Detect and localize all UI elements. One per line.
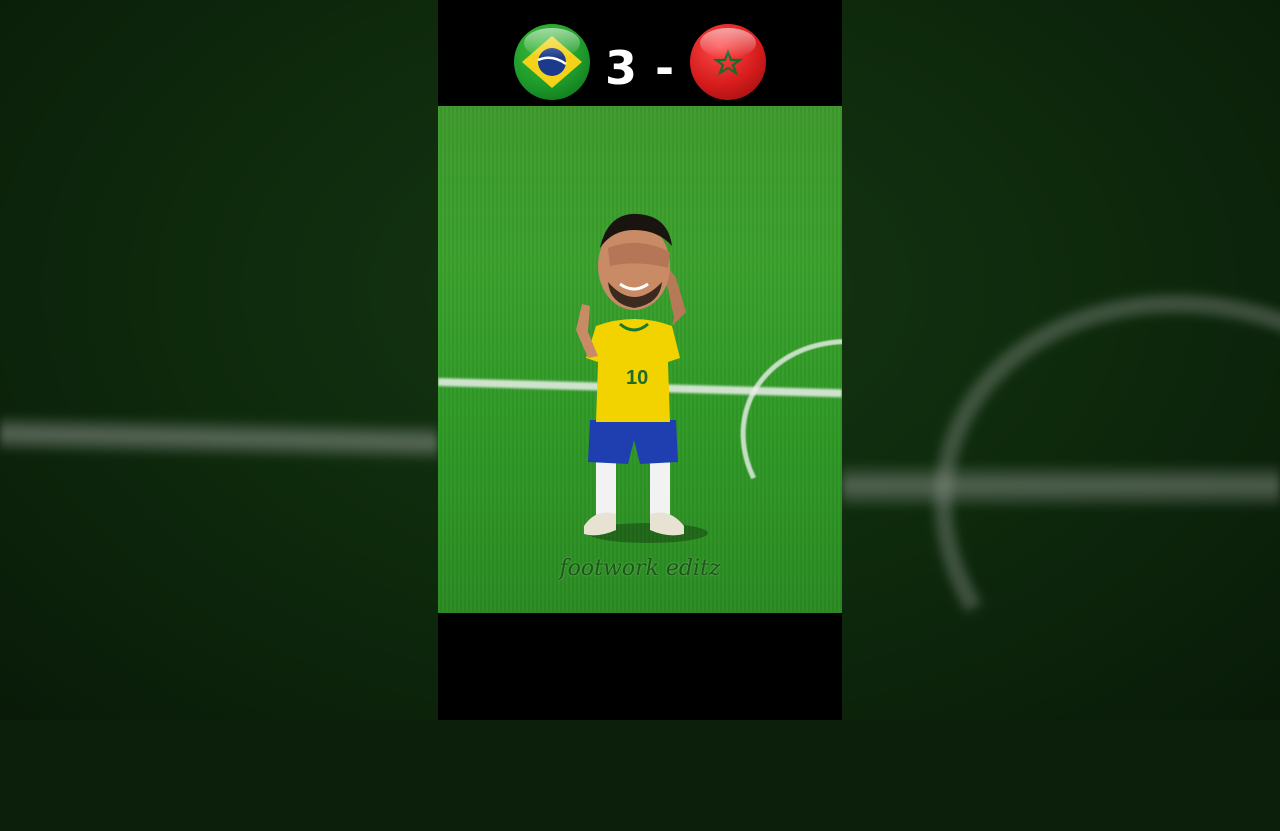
watermark-text: footwork editz — [559, 556, 721, 581]
background-shade-right — [842, 0, 1280, 720]
score-bar: 3 - 2 — [438, 0, 842, 155]
svg-text:10: 10 — [626, 367, 648, 389]
background-shade-left — [0, 0, 438, 720]
video-frame[interactable]: 3 - 2 10 — [438, 0, 842, 720]
bottom-letterbox — [438, 613, 842, 720]
player-figure: 10 — [576, 213, 708, 543]
morocco-flag-icon — [690, 24, 766, 100]
match-score: 3 - 2 — [604, 41, 676, 155]
pitch-arc — [707, 302, 842, 592]
brazil-flag-icon — [514, 24, 590, 100]
